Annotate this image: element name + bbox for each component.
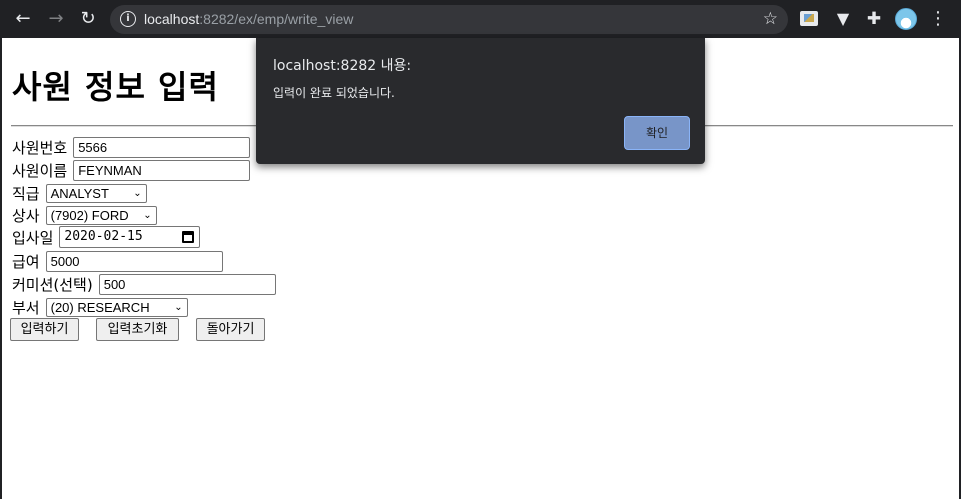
deptno-select-value: (20) RESEARCH	[50, 299, 150, 315]
row-ename: 사원이름 FEYNMAN	[12, 159, 251, 181]
row-empno: 사원번호 5566	[12, 136, 251, 158]
hiredate-input[interactable]: 2020-02-15	[59, 226, 201, 248]
row-comm: 커미션(선택) 500	[12, 273, 276, 295]
row-sal: 급여 5000	[12, 250, 223, 272]
url-path: :8282/ex/emp/write_view	[199, 11, 354, 27]
info-icon[interactable]: i	[120, 11, 136, 27]
dialog-title: localhost:8282 내용:	[273, 58, 412, 74]
browser-toolbar: ← → ↻ i localhost:8282/ex/emp/write_view…	[0, 0, 961, 38]
alert-dialog: localhost:8282 내용: 입력이 완료 되었습니다. 확인	[256, 38, 705, 164]
row-hiredate: 입사일 2020-02-15	[12, 226, 201, 248]
empno-label: 사원번호	[12, 138, 68, 157]
chevron-down-icon: ⌄	[143, 209, 152, 221]
profile-avatar[interactable]	[895, 8, 917, 30]
forward-arrow-icon[interactable]: →	[45, 8, 67, 30]
back-button[interactable]: 돌아가기	[196, 318, 265, 341]
row-job: 직급 ANALYST ⌄	[12, 182, 147, 204]
vee-extension-icon[interactable]: ▼	[833, 9, 853, 29]
puzzle-icon[interactable]: ✚	[864, 9, 884, 29]
url-host: localhost	[144, 11, 200, 27]
calendar-icon[interactable]	[182, 231, 195, 243]
deptno-select[interactable]: (20) RESEARCH ⌄	[45, 297, 188, 317]
back-arrow-icon[interactable]: ←	[12, 8, 34, 30]
ename-label: 사원이름	[12, 161, 68, 180]
submit-button[interactable]: 입력하기	[10, 318, 79, 341]
dialog-message: 입력이 완료 되었습니다.	[273, 86, 395, 100]
sal-input[interactable]: 5000	[45, 250, 223, 272]
mgr-label: 상사	[12, 206, 40, 225]
star-icon[interactable]: ☆	[763, 9, 778, 29]
mgr-select[interactable]: (7902) FORD ⌄	[45, 205, 157, 225]
url-text[interactable]: localhost:8282/ex/emp/write_view	[144, 11, 353, 28]
address-bar[interactable]: i localhost:8282/ex/emp/write_view ☆	[110, 5, 788, 34]
chevron-down-icon: ⌄	[133, 187, 142, 199]
page-title: 사원 정보 입력	[12, 68, 219, 106]
mgr-select-value: (7902) FORD	[50, 207, 129, 223]
more-menu-icon[interactable]: ⋮	[928, 8, 948, 30]
deptno-label: 부서	[12, 298, 40, 317]
row-deptno: 부서 (20) RESEARCH ⌄	[12, 296, 188, 318]
chevron-down-icon: ⌄	[174, 301, 183, 313]
ename-input[interactable]: FEYNMAN	[73, 159, 251, 181]
job-select[interactable]: ANALYST ⌄	[45, 183, 147, 203]
empno-input[interactable]: 5566	[73, 136, 251, 158]
job-label: 직급	[12, 184, 40, 203]
hiredate-label: 입사일	[12, 228, 54, 247]
comm-input[interactable]: 500	[98, 273, 276, 295]
sal-label: 급여	[12, 252, 40, 271]
row-mgr: 상사 (7902) FORD ⌄	[12, 204, 157, 226]
ok-button[interactable]: 확인	[624, 116, 690, 150]
comm-label: 커미션(선택)	[12, 275, 93, 294]
reset-button[interactable]: 입력초기화	[96, 318, 179, 341]
reload-icon[interactable]: ↻	[77, 8, 99, 30]
hiredate-value: 2020-02-15	[64, 229, 143, 244]
image-extension-icon[interactable]	[800, 11, 818, 26]
job-select-value: ANALYST	[50, 185, 109, 201]
